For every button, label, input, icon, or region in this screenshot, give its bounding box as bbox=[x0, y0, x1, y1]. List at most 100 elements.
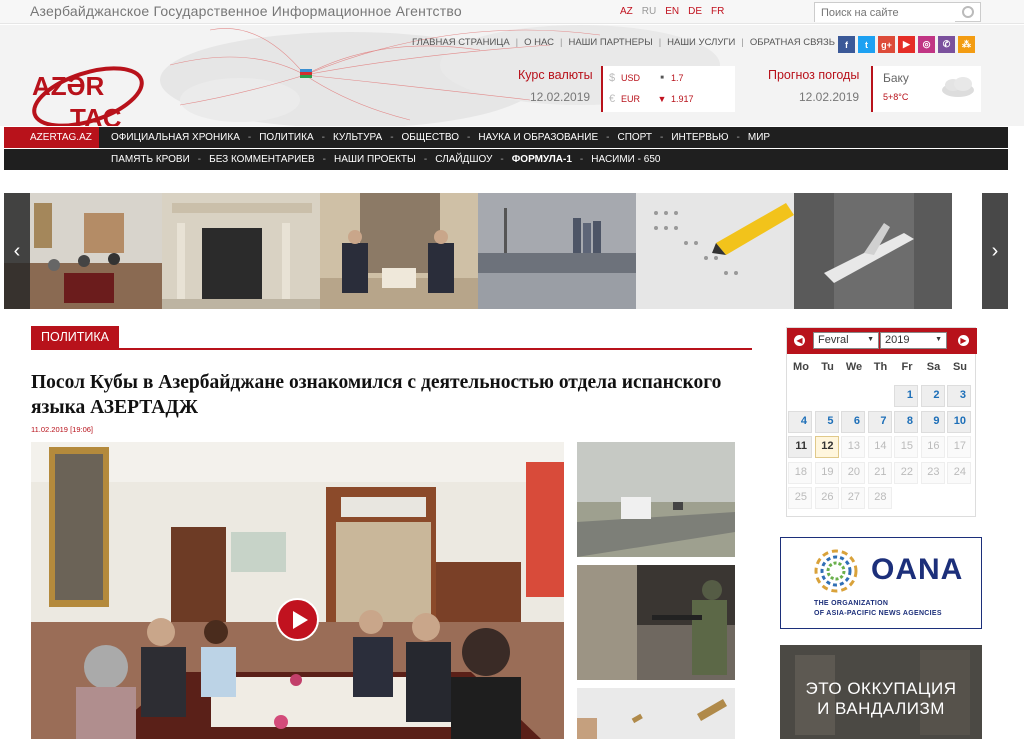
nav-blood-memory[interactable]: ПАМЯТЬ КРОВИ bbox=[111, 154, 190, 165]
calendar-day[interactable]: 9 bbox=[920, 410, 945, 433]
slide-exam-sheet[interactable] bbox=[636, 193, 794, 309]
related-thumb-3[interactable] bbox=[577, 688, 735, 739]
calendar-month-select[interactable]: Fevral ▼ bbox=[813, 332, 879, 349]
top-navigation: ГЛАВНАЯ СТРАНИЦА | О НАС | НАШИ ПАРТНЕРЫ | … bbox=[412, 37, 835, 48]
nav-official-chronicle[interactable]: ОФИЦИАЛЬНАЯ ХРОНИКА bbox=[111, 132, 240, 143]
nav-no-comment[interactable]: БЕЗ КОММЕНТАРИЕВ bbox=[209, 154, 315, 165]
nav-world[interactable]: МИР bbox=[748, 132, 770, 143]
calendar-day[interactable]: 25 bbox=[788, 487, 812, 509]
video-play-button[interactable] bbox=[276, 598, 319, 641]
calendar-day[interactable]: 17 bbox=[947, 436, 971, 458]
nav-politics[interactable]: ПОЛИТИКА bbox=[259, 132, 313, 143]
calendar-day[interactable]: 18 bbox=[788, 461, 812, 484]
calendar-day[interactable]: 21 bbox=[867, 461, 892, 484]
instagram-icon[interactable]: ◎ bbox=[918, 36, 935, 53]
occupation-line2: И ВАНДАЛИЗМ bbox=[817, 699, 945, 718]
nav-slideshow[interactable]: СЛАЙДШОУ bbox=[435, 154, 492, 165]
nav-culture[interactable]: КУЛЬТУРА bbox=[333, 132, 382, 143]
nav-feedback[interactable]: ОБРАТНАЯ СВЯЗЬ bbox=[750, 37, 835, 48]
calendar-day[interactable]: 20 bbox=[841, 461, 865, 484]
occupation-banner[interactable]: ЭТО ОККУПАЦИЯ И ВАНДАЛИЗМ bbox=[780, 645, 982, 739]
weather-date: 12.02.2019 bbox=[799, 90, 860, 104]
youtube-icon[interactable]: ▶ bbox=[898, 36, 915, 53]
nav-our-projects[interactable]: НАШИ ПРОЕКТЫ bbox=[334, 154, 416, 165]
occupation-banner-text: ЭТО ОККУПАЦИЯ И ВАНДАЛИЗМ bbox=[780, 679, 982, 719]
calendar-day[interactable]: 27 bbox=[841, 487, 865, 509]
calendar-day[interactable]: 15 bbox=[894, 436, 918, 458]
slide-airplane[interactable] bbox=[794, 193, 952, 309]
calendar-day[interactable]: 2 bbox=[920, 385, 945, 407]
lang-ru[interactable]: RU bbox=[642, 6, 656, 17]
calendar-day[interactable]: 23 bbox=[920, 461, 945, 484]
calendar-day[interactable]: 24 bbox=[947, 461, 971, 484]
calendar-day[interactable]: 8 bbox=[894, 410, 918, 433]
google-plus-icon[interactable]: g+ bbox=[878, 36, 895, 53]
calendar-day[interactable]: 10 bbox=[947, 410, 971, 433]
currency-rates: $ USD ■ 1.7 € EUR ▼ 1.917 bbox=[601, 66, 735, 112]
calendar-day[interactable]: 11 bbox=[788, 436, 812, 458]
article-main-image[interactable] bbox=[31, 442, 564, 739]
calendar-year-select[interactable]: 2019 ▼ bbox=[880, 332, 947, 349]
calendar-day[interactable]: 14 bbox=[867, 436, 892, 458]
weather-widget: Баку 5+8°C bbox=[871, 66, 981, 112]
calendar-day[interactable]: 22 bbox=[894, 461, 918, 484]
oana-subtitle-line2: OF ASIA-PACIFIC NEWS AGENCIES bbox=[814, 610, 942, 617]
section-tab[interactable]: ПОЛИТИКА bbox=[31, 326, 119, 349]
calendar-day[interactable]: 1 bbox=[894, 385, 918, 407]
nav-science-education[interactable]: НАУКА И ОБРАЗОВАНИЕ bbox=[478, 132, 598, 143]
calendar-day[interactable]: 6 bbox=[841, 410, 865, 433]
slide-baku-skyline[interactable] bbox=[478, 193, 636, 309]
calendar-day[interactable]: 28 bbox=[867, 487, 892, 509]
lang-fr[interactable]: FR bbox=[711, 6, 724, 17]
nav-nasimi-650[interactable]: НАСИМИ - 650 bbox=[591, 154, 660, 165]
calendar-day[interactable]: 19 bbox=[814, 461, 839, 484]
search-input[interactable] bbox=[815, 4, 955, 22]
facebook-icon[interactable]: f bbox=[838, 36, 855, 53]
nav-azertag-home[interactable]: AZERTAG.AZ bbox=[4, 127, 99, 148]
section-divider bbox=[31, 348, 752, 350]
nav-formula-1[interactable]: ФОРМУЛА-1 bbox=[512, 154, 572, 165]
nav-about[interactable]: О НАС bbox=[524, 37, 554, 48]
calendar-next-icon[interactable]: ▶ bbox=[958, 335, 969, 346]
calendar-weekday: Su bbox=[952, 361, 968, 373]
rss-icon[interactable]: ⁂ bbox=[958, 36, 975, 53]
oana-banner[interactable]: OANA THE ORGANIZATION OF ASIA-PACIFIC NE… bbox=[780, 537, 982, 629]
search-icon[interactable] bbox=[962, 6, 974, 18]
calendar-day[interactable]: 5 bbox=[814, 410, 839, 433]
calendar-day[interactable]: 16 bbox=[920, 436, 945, 458]
calendar-day[interactable]: 7 bbox=[867, 410, 892, 433]
currency-title[interactable]: Курс валюты bbox=[518, 68, 593, 82]
twitter-icon[interactable]: t bbox=[858, 36, 875, 53]
related-thumb-2[interactable] bbox=[577, 565, 735, 680]
nav-services[interactable]: НАШИ УСЛУГИ bbox=[667, 37, 735, 48]
slider-prev-button[interactable]: ‹ bbox=[4, 193, 30, 309]
slide-building-entrance[interactable] bbox=[162, 193, 320, 309]
language-switcher: AZ RU EN DE FR bbox=[620, 6, 724, 17]
calendar-weekday: Sa bbox=[926, 361, 941, 373]
azertac-logo[interactable]: AZƏR TAC bbox=[30, 45, 150, 126]
calendar-day[interactable]: 3 bbox=[947, 385, 971, 407]
nav-partners[interactable]: НАШИ ПАРТНЕРЫ bbox=[568, 37, 652, 48]
weather-city: Баку bbox=[883, 71, 909, 85]
calendar-day[interactable]: 4 bbox=[788, 410, 812, 433]
lang-en[interactable]: EN bbox=[665, 6, 679, 17]
viber-icon[interactable]: ✆ bbox=[938, 36, 955, 53]
lang-az[interactable]: AZ bbox=[620, 6, 633, 17]
occupation-line1: ЭТО ОККУПАЦИЯ bbox=[805, 679, 957, 698]
nav-home[interactable]: ГЛАВНАЯ СТРАНИЦА bbox=[412, 37, 510, 48]
calendar-month-value: Fevral bbox=[818, 334, 849, 346]
weather-temperature: 5+8°C bbox=[883, 92, 909, 102]
calendar-day[interactable]: 13 bbox=[841, 436, 865, 458]
nav-society[interactable]: ОБЩЕСТВО bbox=[402, 132, 460, 143]
calendar-widget: ◀ Fevral ▼ 2019 ▼ ▶ Mo Tu We Th Fr Sa Su 1 2 3 4 5 6 7 8… bbox=[786, 327, 977, 517]
calendar-prev-icon[interactable]: ◀ bbox=[794, 335, 805, 346]
slide-presidential-meeting[interactable] bbox=[320, 193, 478, 309]
calendar-day[interactable]: 12 bbox=[814, 436, 839, 458]
lang-de[interactable]: DE bbox=[688, 6, 702, 17]
nav-interview[interactable]: ИНТЕРВЬЮ bbox=[671, 132, 728, 143]
slider-next-button[interactable]: › bbox=[982, 193, 1008, 309]
related-thumb-1[interactable] bbox=[577, 442, 735, 557]
weather-title[interactable]: Прогноз погоды bbox=[768, 68, 859, 82]
nav-sport[interactable]: СПОРТ bbox=[617, 132, 652, 143]
calendar-day[interactable]: 26 bbox=[814, 487, 839, 509]
